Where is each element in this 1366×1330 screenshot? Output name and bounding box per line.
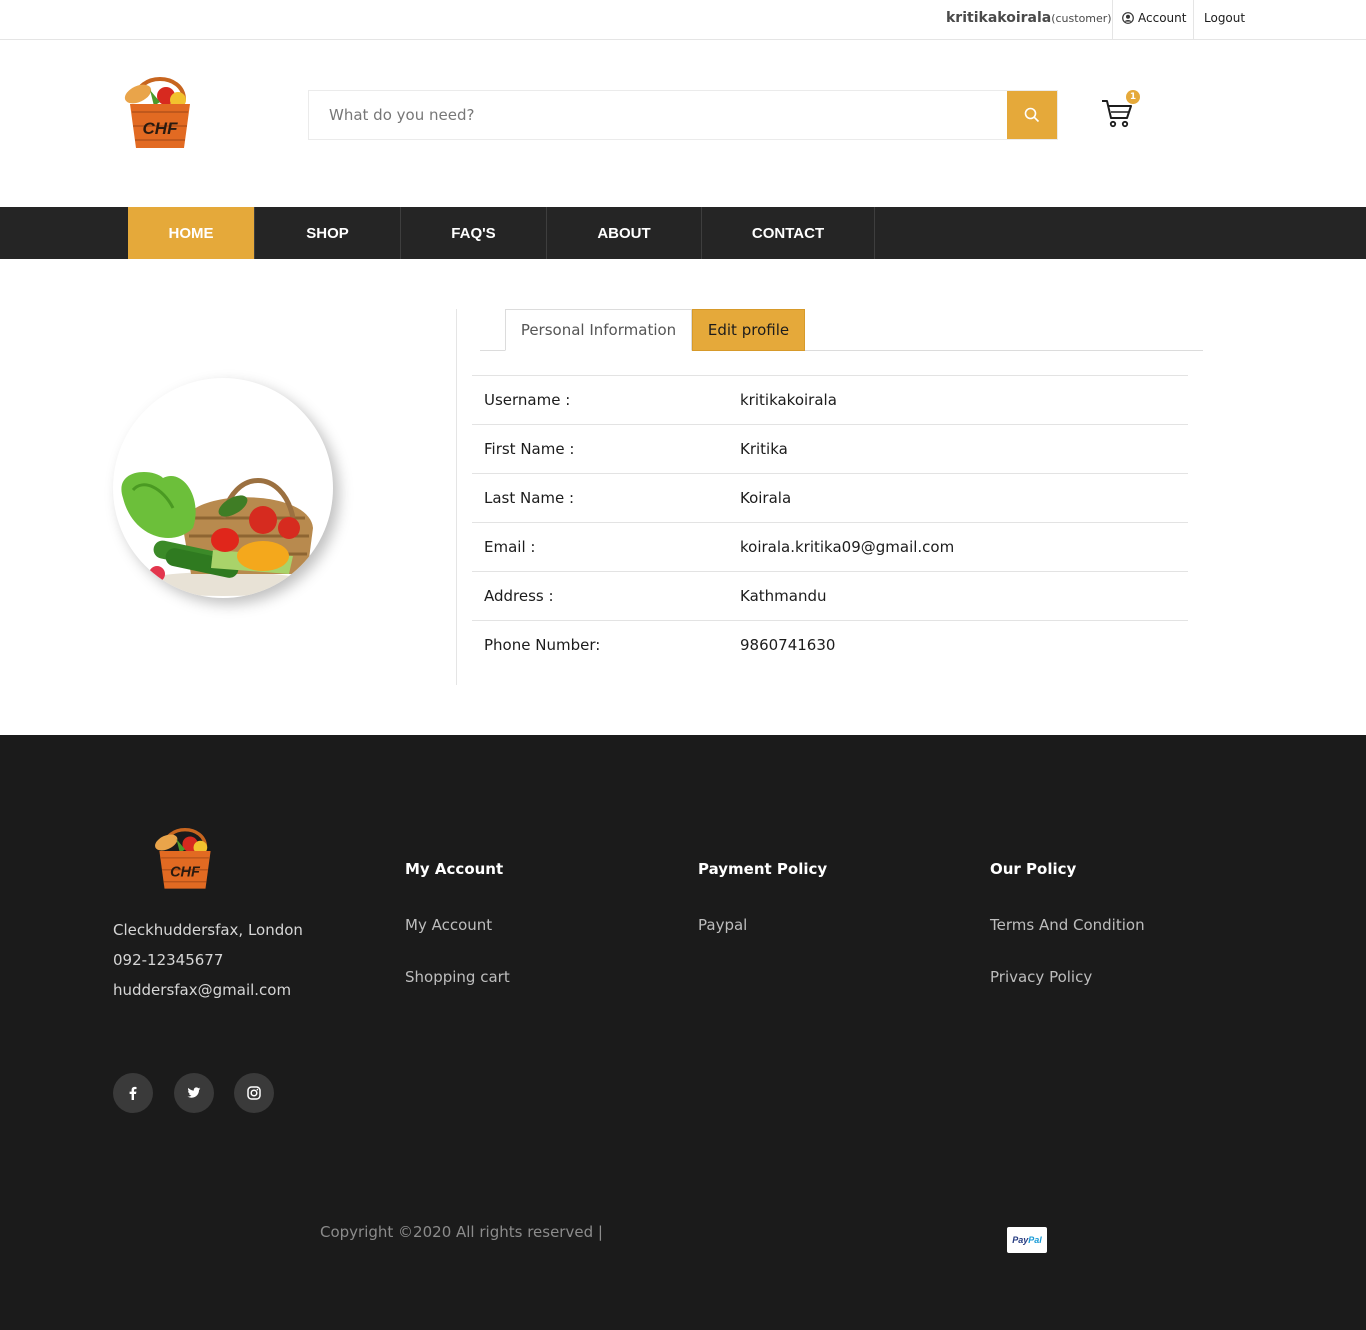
search-icon (1024, 107, 1040, 123)
table-row: Email : koirala.kritika09@gmail.com (472, 522, 1188, 571)
table-row: First Name : Kritika (472, 424, 1188, 473)
footer-link-my-account[interactable]: My Account (405, 916, 510, 968)
instagram-icon (247, 1086, 261, 1100)
field-label: Address : (484, 587, 554, 605)
table-row: Username : kritikakoirala (472, 375, 1188, 424)
footer-link-shopping-cart[interactable]: Shopping cart (405, 968, 510, 1020)
field-value: Koirala (740, 489, 792, 507)
top-bar: kritikakoirala(customer) Account Logout (0, 0, 1366, 40)
user-circle-icon (1122, 12, 1134, 24)
search-button[interactable] (1007, 91, 1057, 139)
footer-phone: 092-12345677 (113, 951, 224, 969)
nav-item-about[interactable]: ABOUT (547, 207, 702, 259)
nav-item-faqs[interactable]: FAQ'S (401, 207, 547, 259)
footer-contact: Cleckhuddersfax, London 092-12345677 hud… (113, 915, 303, 1005)
profile-avatar (113, 378, 333, 598)
field-value: Kathmandu (740, 587, 827, 605)
footer-link-paypal[interactable]: Paypal (698, 916, 827, 968)
footer-column-our-policy: Our Policy Terms And Condition Privacy P… (990, 860, 1145, 1020)
field-value: Kritika (740, 440, 788, 458)
field-value: koirala.kritika09@gmail.com (740, 538, 955, 556)
nav-item-shop[interactable]: SHOP (255, 207, 401, 259)
facebook-icon (129, 1086, 137, 1100)
user-greeting: kritikakoirala(customer) (946, 10, 1112, 26)
cart-button[interactable]: 1 (1100, 90, 1140, 130)
paypal-logo: Pay Pal (1007, 1227, 1047, 1253)
username-text: kritikakoirala (946, 10, 1052, 26)
paypal-logo-text-pal: Pal (1028, 1235, 1042, 1245)
cart-count-badge: 1 (1126, 90, 1140, 104)
account-label: Account (1138, 11, 1187, 25)
field-value: 9860741630 (740, 636, 836, 654)
logo-text: CHF (143, 119, 179, 138)
instagram-button[interactable] (234, 1073, 274, 1113)
divider (1193, 0, 1194, 40)
field-label: Last Name : (484, 489, 575, 507)
twitter-icon (187, 1087, 201, 1098)
divider (456, 309, 457, 685)
main-nav: HOME SHOP FAQ'S ABOUT CONTACT (0, 207, 1366, 259)
facebook-button[interactable] (113, 1073, 153, 1113)
field-label: First Name : (484, 440, 575, 458)
tab-edit-profile[interactable]: Edit profile (692, 309, 805, 351)
table-row: Last Name : Koirala (472, 473, 1188, 522)
table-row: Address : Kathmandu (472, 571, 1188, 620)
footer-email: huddersfax@gmail.com (113, 981, 292, 999)
paypal-logo-text-pay: Pay (1012, 1235, 1029, 1245)
search-input[interactable] (309, 91, 1007, 139)
field-label: Username : (484, 391, 571, 409)
search-bar (308, 90, 1058, 140)
footer-column-my-account: My Account My Account Shopping cart (405, 860, 510, 1020)
footer-logo[interactable]: CHF (150, 822, 220, 892)
nav-item-home[interactable]: HOME (128, 207, 255, 259)
footer-address: Cleckhuddersfax, London (113, 921, 303, 939)
copyright-text: Copyright ©2020 All rights reserved | (320, 1223, 603, 1241)
footer-logo-text: CHF (170, 865, 201, 881)
profile-details-table: Username : kritikakoirala First Name : K… (472, 375, 1188, 669)
site-logo[interactable]: CHF (120, 70, 200, 152)
table-row: Phone Number: 9860741630 (472, 620, 1188, 669)
footer-column-payment-policy: Payment Policy Paypal (698, 860, 827, 968)
tab-personal-information[interactable]: Personal Information (505, 309, 692, 351)
site-footer: CHF Cleckhuddersfax, London 092-12345677… (0, 735, 1366, 1330)
footer-column-title: My Account (405, 860, 504, 878)
divider (1112, 0, 1113, 40)
logout-link[interactable]: Logout (1204, 11, 1245, 25)
footer-link-terms[interactable]: Terms And Condition (990, 916, 1145, 968)
user-role: (customer) (1051, 12, 1112, 25)
field-value: kritikakoirala (740, 391, 837, 409)
field-label: Email : (484, 538, 536, 556)
account-link[interactable]: Account (1122, 11, 1186, 25)
footer-column-title: Payment Policy (698, 860, 828, 878)
nav-item-contact[interactable]: CONTACT (702, 207, 875, 259)
footer-link-privacy[interactable]: Privacy Policy (990, 968, 1145, 1020)
field-label: Phone Number: (484, 636, 601, 654)
footer-column-title: Our Policy (990, 860, 1077, 878)
twitter-button[interactable] (174, 1073, 214, 1113)
